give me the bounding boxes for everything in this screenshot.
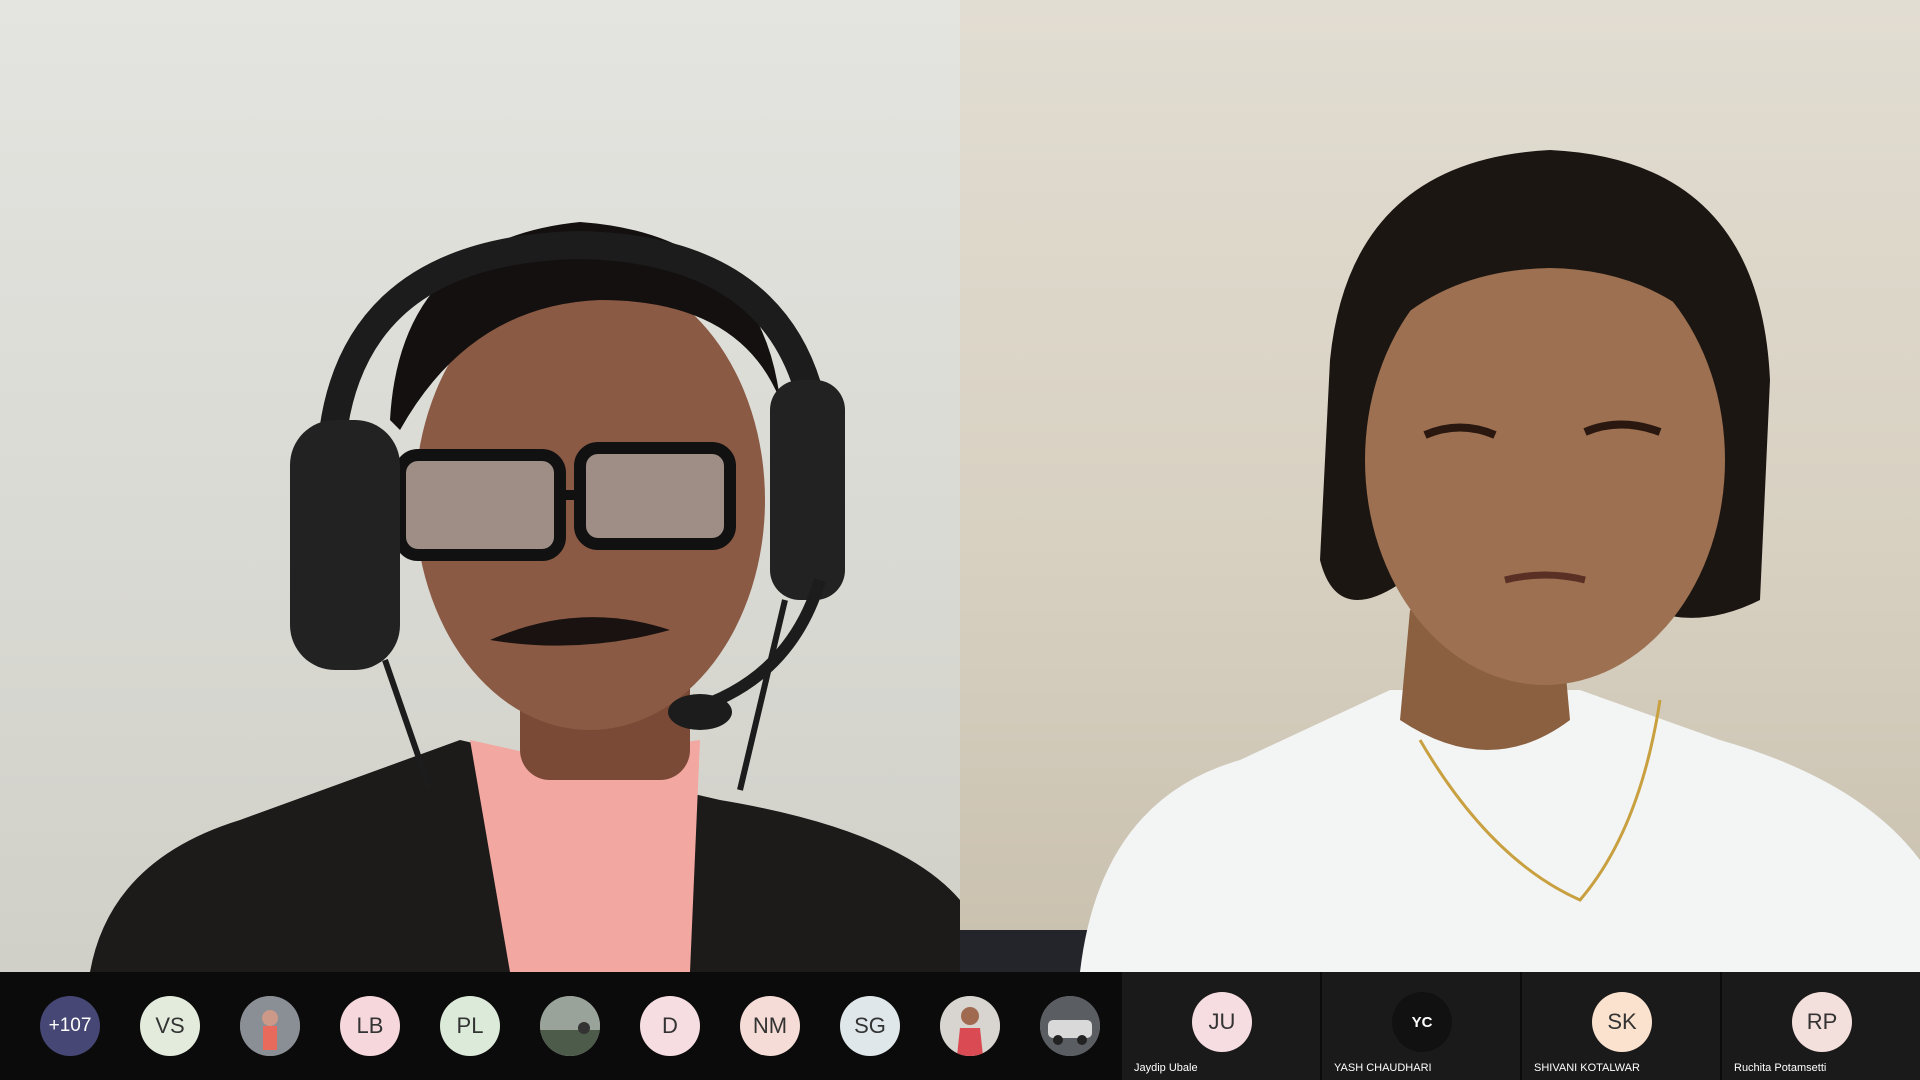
avatar-lb[interactable]: LB — [340, 996, 400, 1056]
avatar-sg[interactable]: SG — [840, 996, 900, 1056]
participant-strip: +107 VS LB PL D NM SG JU Jaydip Ubale YC… — [0, 972, 1920, 1080]
avatar-row: +107 VS LB PL D NM SG — [0, 972, 1120, 1080]
avatar-ju: JU — [1192, 992, 1252, 1052]
participant-name: YASH CHAUDHARI — [1334, 1062, 1432, 1074]
person-photo-icon[interactable] — [940, 996, 1000, 1056]
avatar-pl[interactable]: PL — [440, 996, 500, 1056]
avatar-rp: RP — [1792, 992, 1852, 1052]
more-participants-button[interactable]: +107 — [40, 996, 100, 1056]
avatar-yc: YC — [1392, 992, 1452, 1052]
person-photo-icon[interactable] — [240, 996, 300, 1056]
participant-name: Jaydip Ubale — [1134, 1062, 1198, 1074]
avatar-nm[interactable]: NM — [740, 996, 800, 1056]
participant-name: SHIVANI KOTALWAR — [1534, 1062, 1640, 1074]
participant-video-left — [90, 222, 960, 972]
video-tile-right[interactable] — [960, 0, 1920, 972]
video-tile-left[interactable] — [0, 0, 960, 972]
avatar-sk: SK — [1592, 992, 1652, 1052]
named-participants: JU Jaydip Ubale YC YASH CHAUDHARI SK SHI… — [1120, 972, 1920, 1080]
participant-tile-rp[interactable]: RP Ruchita Potamsetti — [1720, 972, 1920, 1080]
participant-tile-yc[interactable]: YC YASH CHAUDHARI — [1320, 972, 1520, 1080]
car-photo-icon[interactable] — [1040, 996, 1100, 1056]
participant-name: Ruchita Potamsetti — [1734, 1062, 1827, 1074]
participant-tile-sk[interactable]: SK SHIVANI KOTALWAR — [1520, 972, 1720, 1080]
avatar-d[interactable]: D — [640, 996, 700, 1056]
avatar-vs[interactable]: VS — [140, 996, 200, 1056]
person-photo-icon[interactable] — [540, 996, 600, 1056]
video-gallery — [0, 0, 1920, 972]
participant-video-right — [960, 150, 1920, 972]
participant-tile-ju[interactable]: JU Jaydip Ubale — [1120, 972, 1320, 1080]
